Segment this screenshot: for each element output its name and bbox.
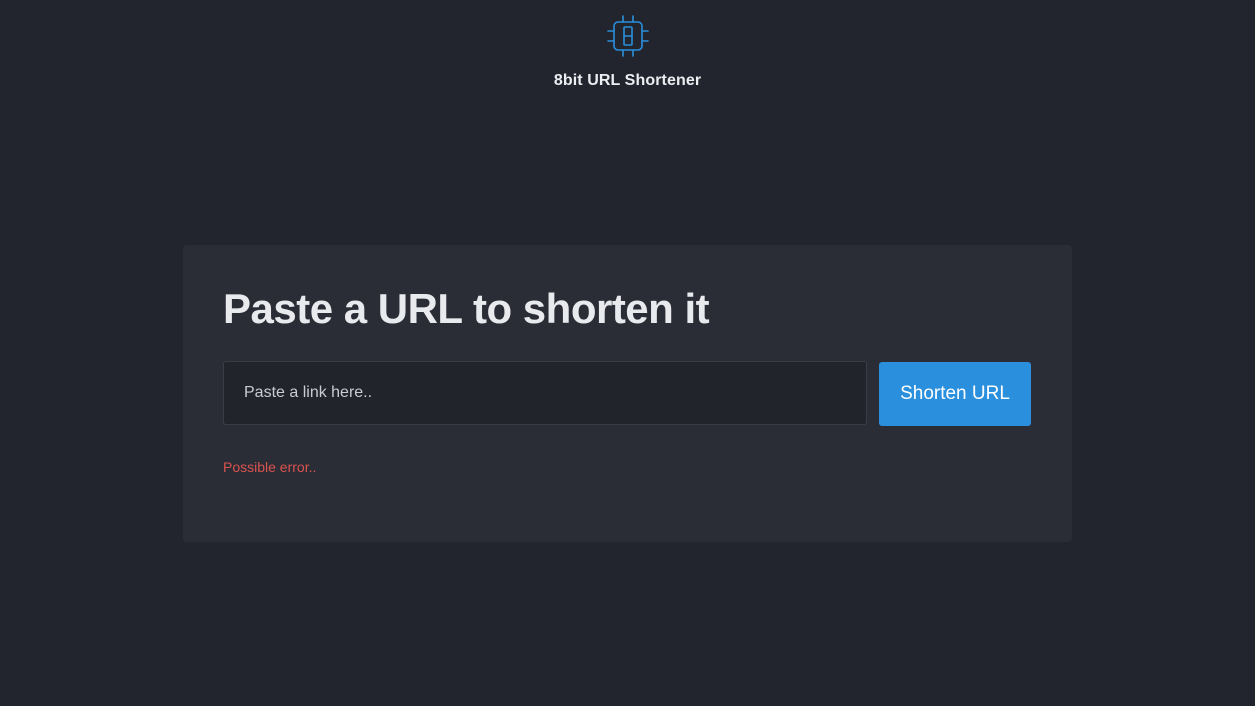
url-input[interactable] xyxy=(223,361,867,425)
chip-8-icon[interactable] xyxy=(606,14,650,58)
brand-name: 8bit URL Shortener xyxy=(553,72,702,89)
shorten-url-button[interactable]: Shorten URL xyxy=(879,362,1031,426)
error-message: Possible error.. xyxy=(223,459,317,475)
page: 8bit URL Shortener Paste a URL to shorte… xyxy=(0,0,1255,706)
page-title: Paste a URL to shorten it xyxy=(223,285,710,332)
brand-header: 8bit URL Shortener xyxy=(0,14,1255,90)
shorten-card: Paste a URL to shorten it Shorten URL Po… xyxy=(183,245,1072,542)
